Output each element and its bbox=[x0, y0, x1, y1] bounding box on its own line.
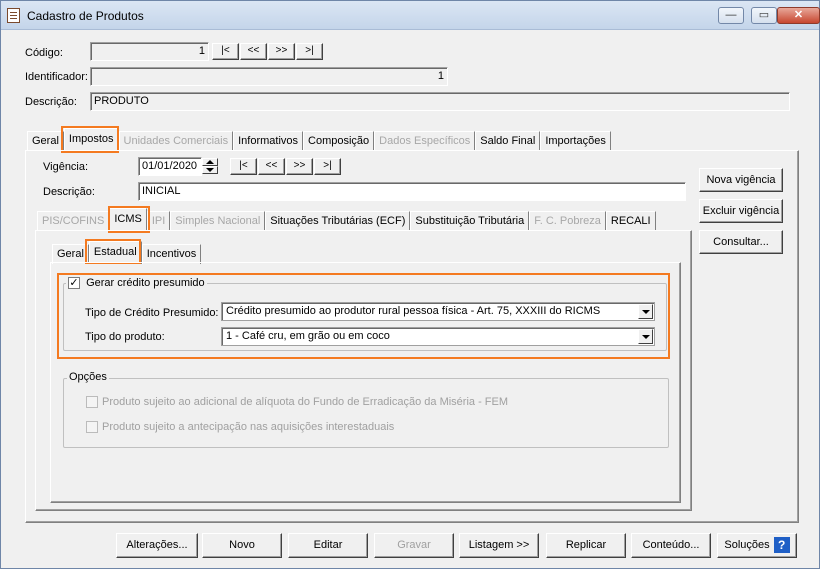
tab-importacoes[interactable]: Importações bbox=[540, 131, 611, 151]
tab-icms-estadual[interactable]: Estadual bbox=[88, 241, 142, 264]
tab-icms-incentivos[interactable]: Incentivos bbox=[141, 244, 202, 264]
alteracoes-button[interactable]: Alterações... bbox=[116, 533, 198, 558]
fem-label: Produto sujeito ao adicional de alíquota… bbox=[102, 396, 509, 408]
tab-fc-pobreza: F. C. Pobreza bbox=[529, 211, 606, 231]
tab-ipi: IPI bbox=[146, 211, 171, 231]
tab-icms-geral[interactable]: Geral bbox=[52, 244, 89, 264]
novo-button[interactable]: Novo bbox=[202, 533, 282, 558]
identificador-label: Identificador: bbox=[25, 71, 88, 83]
nova-vigencia-button[interactable]: Nova vigência bbox=[699, 168, 783, 192]
tipo-credito-value: Crédito presumido ao produtor rural pess… bbox=[226, 305, 601, 317]
spin-up-icon[interactable] bbox=[202, 158, 218, 166]
conteudo-button[interactable]: Conteúdo... bbox=[631, 533, 711, 558]
vigencia-descricao-label: Descrição: bbox=[43, 186, 95, 198]
tab-pis-cofins: PIS/COFINS bbox=[37, 211, 110, 231]
next-record-button[interactable]: >> bbox=[268, 43, 295, 60]
antecipacao-checkbox bbox=[86, 421, 98, 433]
maximize-button[interactable]: ▭ bbox=[751, 7, 777, 24]
tipo-credito-label: Tipo de Crédito Presumido: bbox=[85, 307, 219, 319]
tab-saldo-final[interactable]: Saldo Final bbox=[475, 131, 541, 151]
vigencia-date-field[interactable]: 01/01/2020 bbox=[138, 157, 202, 176]
opcoes-group bbox=[63, 378, 669, 448]
tab-simples-nacional: Simples Nacional bbox=[170, 211, 266, 231]
solucoes-label: Soluções bbox=[724, 539, 770, 551]
title-bar: Cadastro de Produtos — ▭ ✕ bbox=[1, 1, 820, 30]
codigo-field[interactable]: 1 bbox=[90, 42, 209, 61]
first-record-button[interactable]: |< bbox=[212, 43, 239, 60]
tab-informativos[interactable]: Informativos bbox=[233, 131, 304, 151]
chevron-down-icon[interactable] bbox=[638, 304, 653, 319]
vigencia-descricao-field[interactable]: INICIAL bbox=[138, 182, 686, 201]
identificador-field[interactable]: 1 bbox=[90, 67, 448, 86]
tipo-produto-label: Tipo do produto: bbox=[85, 331, 165, 343]
last-record-button[interactable]: >| bbox=[296, 43, 323, 60]
listagem-button[interactable]: Listagem >> bbox=[459, 533, 539, 558]
descricao-label: Descrição: bbox=[25, 96, 77, 108]
tipo-produto-value: 1 - Café cru, em grão ou em coco bbox=[226, 330, 390, 342]
vigencia-prev-button[interactable]: << bbox=[258, 158, 285, 175]
icms-tabs: Geral Estadual Incentivos bbox=[52, 241, 202, 264]
vigencia-label: Vigência: bbox=[43, 161, 89, 173]
impostos-tabs: PIS/COFINS ICMS IPI Simples Nacional Sit… bbox=[37, 208, 656, 231]
fem-checkbox bbox=[86, 396, 98, 408]
chevron-down-icon[interactable] bbox=[638, 329, 653, 344]
editar-button[interactable]: Editar bbox=[288, 533, 368, 558]
tab-geral[interactable]: Geral bbox=[27, 131, 64, 151]
gerar-credito-checkbox[interactable]: ✓ bbox=[68, 277, 80, 290]
tipo-produto-select[interactable]: 1 - Café cru, em grão ou em coco bbox=[221, 327, 655, 346]
gravar-button: Gravar bbox=[374, 533, 454, 558]
vigencia-next-button[interactable]: >> bbox=[286, 158, 313, 175]
help-icon: ? bbox=[773, 537, 790, 554]
main-tabs: Geral Impostos Unidades Comerciais Infor… bbox=[27, 128, 611, 151]
window: Cadastro de Produtos — ▭ ✕ Código: 1 |< … bbox=[0, 0, 820, 569]
tab-icms[interactable]: ICMS bbox=[109, 208, 147, 231]
close-button[interactable]: ✕ bbox=[777, 7, 820, 24]
prev-record-button[interactable]: << bbox=[240, 43, 267, 60]
excluir-vigencia-button[interactable]: Excluir vigência bbox=[699, 199, 783, 223]
vigencia-last-button[interactable]: >| bbox=[314, 158, 341, 175]
descricao-field[interactable]: PRODUTO bbox=[90, 92, 790, 111]
tipo-credito-select[interactable]: Crédito presumido ao produtor rural pess… bbox=[221, 302, 655, 321]
minimize-button[interactable]: — bbox=[718, 7, 744, 24]
vigencia-first-button[interactable]: |< bbox=[230, 158, 257, 175]
gerar-credito-label: Gerar crédito presumido bbox=[86, 277, 205, 290]
tab-impostos[interactable]: Impostos bbox=[63, 128, 119, 151]
app-icon bbox=[7, 8, 20, 23]
tab-composicao[interactable]: Composição bbox=[303, 131, 375, 151]
tab-unidades-comerciais: Unidades Comerciais bbox=[118, 131, 234, 151]
tab-dados-especificos: Dados Específicos bbox=[374, 131, 476, 151]
replicar-button[interactable]: Replicar bbox=[546, 533, 626, 558]
window-title: Cadastro de Produtos bbox=[27, 9, 144, 23]
tab-substituicao-tributaria[interactable]: Substituição Tributária bbox=[410, 211, 530, 231]
spin-down-icon[interactable] bbox=[202, 166, 218, 174]
tab-recali[interactable]: RECALI bbox=[605, 211, 656, 231]
vigencia-spinner[interactable] bbox=[202, 158, 218, 175]
credito-presumido-title: ✓ Gerar crédito presumido bbox=[66, 277, 207, 290]
codigo-label: Código: bbox=[25, 47, 63, 59]
opcoes-title: Opções bbox=[67, 371, 109, 383]
tab-situacoes-tributarias[interactable]: Situações Tributárias (ECF) bbox=[265, 211, 411, 231]
antecipacao-label: Produto sujeito a antecipação nas aquisi… bbox=[102, 421, 395, 433]
consultar-button[interactable]: Consultar... bbox=[699, 230, 783, 254]
solucoes-button[interactable]: Soluções? bbox=[717, 533, 797, 558]
